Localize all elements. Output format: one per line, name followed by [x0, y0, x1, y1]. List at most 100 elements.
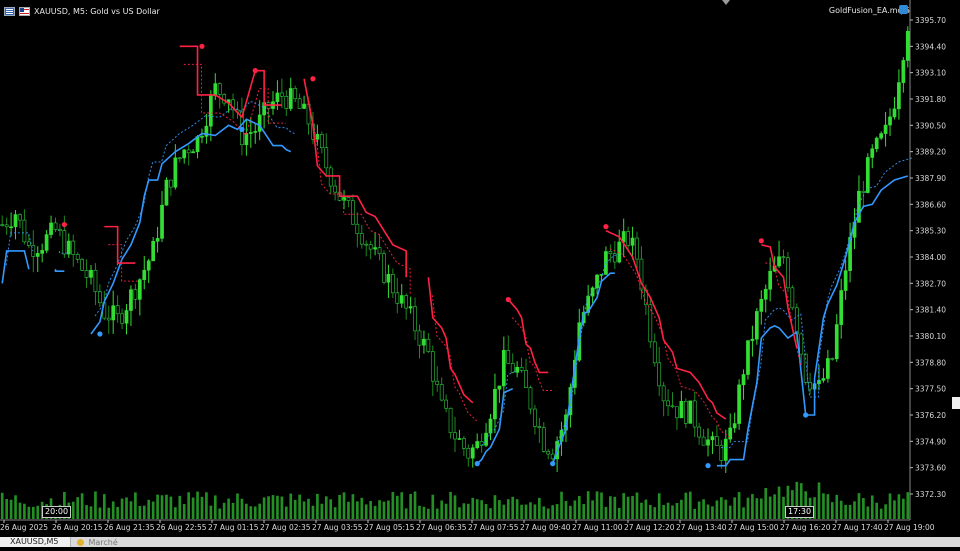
candle-body	[111, 305, 116, 321]
candle-body	[630, 237, 635, 246]
time-tick-label: 27 Aug 02:35	[260, 523, 311, 532]
volume-bar	[324, 496, 328, 519]
candle-body	[115, 305, 120, 315]
volume-bar	[174, 507, 177, 519]
candle-body	[13, 214, 18, 228]
price-tick-label: 3394.40	[915, 42, 946, 51]
time-tick-label: 27 Aug 06:35	[416, 523, 467, 532]
time-tick-label: 27 Aug 17:40	[832, 523, 883, 532]
time-tick-label: 27 Aug 07:55	[468, 523, 519, 532]
volume-bar	[165, 494, 168, 519]
candle-body	[595, 274, 599, 289]
volume-histogram	[0, 481, 910, 519]
volume-bar	[777, 486, 781, 519]
volume-bar	[369, 500, 372, 519]
volume-bar	[635, 492, 639, 519]
candle-body	[661, 385, 666, 402]
chart-tabs: XAUUSD,M5 Marché	[0, 537, 960, 547]
volume-bar	[102, 494, 106, 519]
candle-body	[377, 247, 382, 255]
volume-bar	[213, 495, 217, 519]
volume-bar	[475, 499, 479, 519]
price-chart[interactable]: 3395.70 3394.40 3393.10 3391.80 3390.50 3389.…	[0, 0, 960, 547]
candle-body	[781, 256, 786, 259]
volume-bar	[413, 491, 417, 519]
volume-bar	[151, 501, 155, 519]
candle-body	[177, 157, 182, 160]
candle-body	[275, 92, 280, 103]
sell-signal-dot	[603, 224, 609, 230]
volume-bar	[76, 497, 80, 519]
price-tick-label: 3390.50	[915, 121, 946, 130]
candle-body	[870, 148, 875, 158]
volume-bar	[498, 500, 501, 519]
candle-body	[737, 384, 741, 424]
candle-body	[200, 136, 204, 138]
volume-bar	[693, 508, 697, 519]
volume-bar	[458, 507, 461, 519]
candle-body	[541, 427, 546, 452]
volume-bar	[462, 503, 466, 519]
price-tick-label: 3374.90	[915, 437, 946, 446]
chart-area[interactable]: 3395.70 3394.40 3393.10 3391.80 3390.50 3389.…	[0, 0, 960, 547]
time-tick-label: 27 Aug 16:20	[780, 523, 831, 532]
volume-bar	[129, 501, 133, 519]
volume-bar	[18, 502, 22, 519]
volume-bar	[267, 496, 270, 519]
candle-body	[861, 190, 866, 193]
sell-signal-dot	[61, 221, 67, 228]
candle-body	[390, 274, 395, 294]
volume-bar	[284, 506, 288, 519]
candle-body	[75, 254, 80, 260]
candle-body	[710, 436, 715, 441]
volume-bar	[333, 507, 337, 519]
volume-bar	[538, 497, 541, 519]
scroll-handle[interactable]	[952, 397, 960, 409]
volume-bar	[653, 507, 657, 519]
buy-signal-dot	[97, 331, 103, 337]
volume-bar	[373, 505, 377, 519]
candle-body	[191, 151, 195, 154]
volume-bar	[356, 501, 359, 519]
volume-bar	[320, 503, 324, 519]
candle-body	[18, 214, 22, 221]
chart-title: XAUUSD, M5: Gold vs US Dollar	[34, 6, 160, 16]
sell-signal-dot	[252, 68, 258, 74]
volume-bar	[631, 495, 634, 519]
candle-body	[253, 131, 258, 133]
volume-bar	[85, 505, 88, 519]
tab-marche[interactable]: Marché	[71, 537, 123, 547]
candle-body	[657, 362, 662, 387]
candle-body	[786, 257, 790, 289]
candle-body	[888, 116, 892, 126]
candle-body	[146, 260, 151, 271]
volume-bar	[360, 497, 364, 519]
volume-bar	[329, 499, 333, 519]
tab-xauusd-m5[interactable]: XAUUSD,M5	[0, 537, 72, 547]
collapse-arrow-icon[interactable]	[722, 0, 730, 5]
volume-bar	[551, 505, 554, 519]
time-axis: 26 Aug 2025 26 Aug 20:15 26 Aug 21:35 26 Au…	[0, 519, 935, 532]
volume-bar	[382, 501, 386, 519]
volume-bar	[98, 507, 102, 519]
volume-bar	[857, 493, 861, 519]
volume-bar	[391, 492, 395, 519]
upper-band	[104, 45, 798, 420]
price-axis: 3395.70 3394.40 3393.10 3391.80 3390.50 3389.…	[909, 0, 946, 520]
volume-bar	[720, 497, 723, 519]
volume-bar	[262, 497, 266, 519]
time-tick-label: 26 Aug 21:35	[104, 523, 155, 532]
volume-bar	[728, 505, 732, 519]
volume-bar	[542, 506, 546, 519]
volume-bar	[338, 494, 341, 519]
candle-body	[124, 310, 129, 324]
volume-bar	[533, 504, 537, 519]
volume-bar	[626, 496, 630, 519]
candle-body	[413, 306, 417, 332]
candle-body	[89, 269, 93, 278]
candle-body	[741, 374, 746, 386]
candle-body	[173, 157, 178, 188]
volume-bar	[751, 494, 754, 519]
time-tick-label: 27 Aug 13:40	[676, 523, 727, 532]
volume-bar	[697, 501, 701, 519]
